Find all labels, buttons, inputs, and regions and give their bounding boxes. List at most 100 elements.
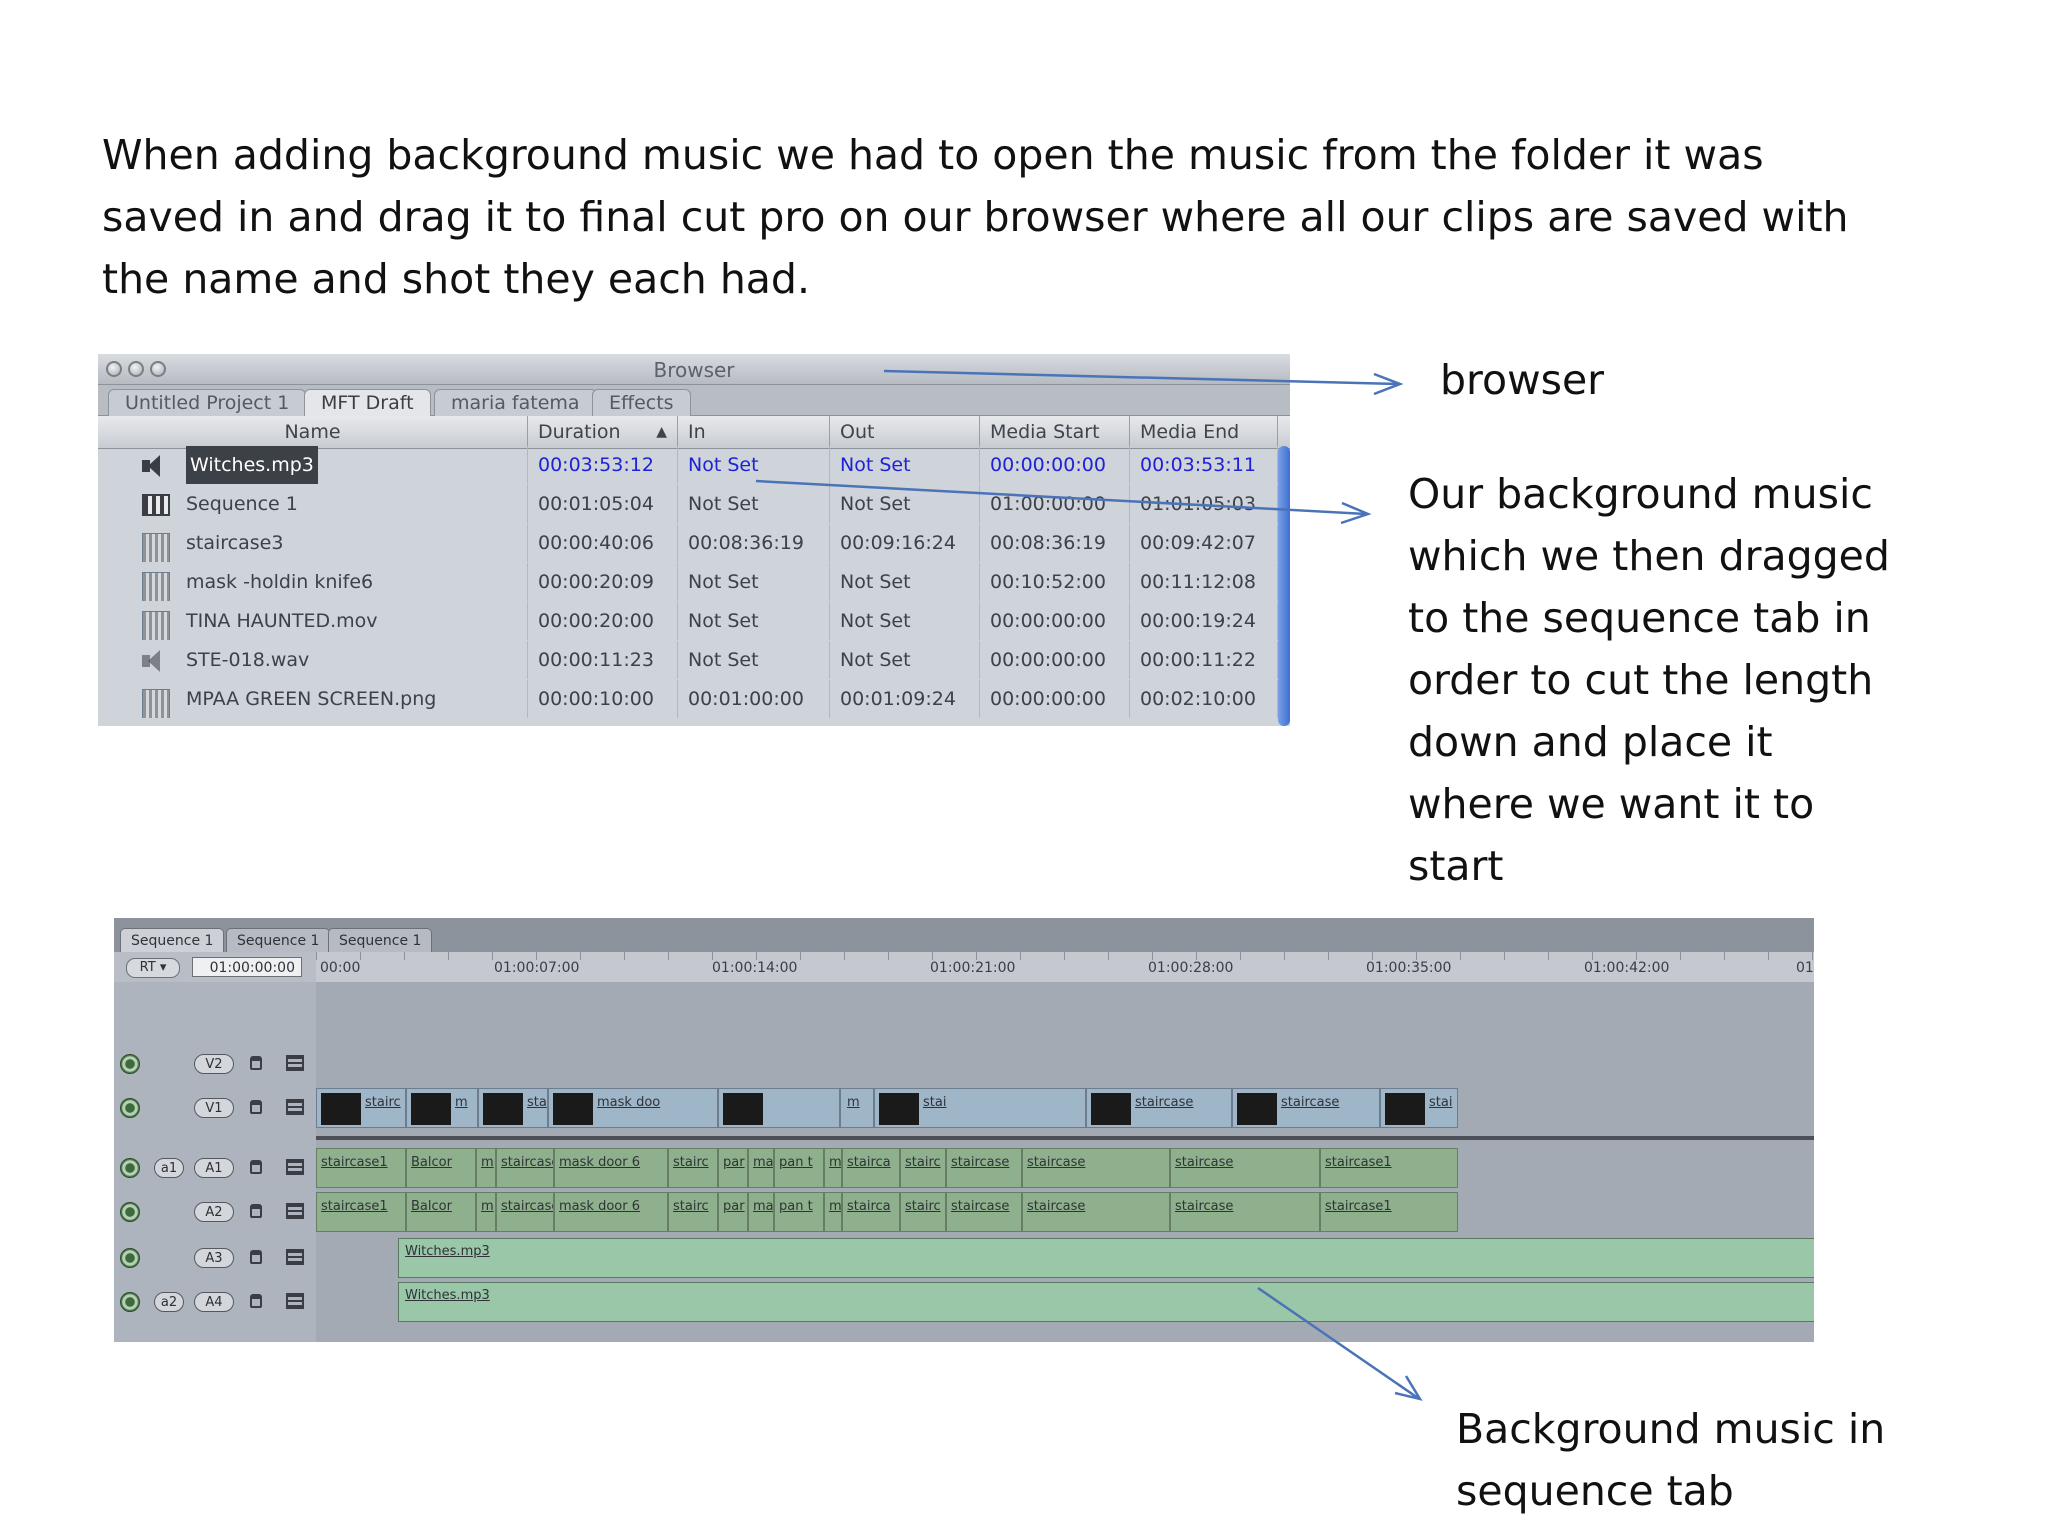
row-media-end-cell: 00:00:11:22	[1130, 641, 1278, 679]
audio-clip[interactable]: staircase	[1022, 1148, 1170, 1188]
audio-clip[interactable]: mas	[748, 1192, 774, 1232]
lock-icon[interactable]	[250, 1204, 262, 1218]
track-label[interactable]: A1	[194, 1158, 234, 1178]
audio-clip[interactable]: staircase	[496, 1148, 554, 1188]
lock-icon[interactable]	[250, 1100, 262, 1114]
audio-clip[interactable]: staircase	[1022, 1192, 1170, 1232]
audio-clip[interactable]: pan t	[774, 1192, 824, 1232]
audio-enable-icon[interactable]	[120, 1292, 140, 1312]
audio-clip[interactable]: stairc	[668, 1148, 718, 1188]
source-patch[interactable]: a2	[154, 1292, 184, 1312]
audio-clip[interactable]: m	[824, 1148, 842, 1188]
video-clip[interactable]: stai	[1380, 1088, 1458, 1128]
clip-thumbnail	[411, 1093, 451, 1125]
track-label[interactable]: A2	[194, 1202, 234, 1222]
tab-effects[interactable]: Effects	[592, 389, 691, 416]
lock-icon[interactable]	[250, 1294, 262, 1308]
music-clip[interactable]: Witches.mp3	[398, 1238, 1814, 1278]
tab-maria-fatema[interactable]: maria fatema	[434, 389, 597, 416]
tab-sequence-1[interactable]: Sequence 1	[328, 928, 433, 953]
video-clip[interactable]: stai	[874, 1088, 1086, 1128]
audio-clip[interactable]: staircase	[1170, 1148, 1320, 1188]
browser-row[interactable]: staircase3 00:00:40:06 00:08:36:19 00:09:16…	[98, 524, 1278, 562]
audio-clip[interactable]: stairca	[842, 1148, 900, 1188]
audio-enable-icon[interactable]	[120, 1248, 140, 1268]
video-clip[interactable]: staircase	[1086, 1088, 1232, 1128]
audio-clip[interactable]: staircase	[1170, 1192, 1320, 1232]
column-name[interactable]: Name	[98, 416, 528, 448]
auto-select-icon[interactable]	[286, 1055, 304, 1071]
column-media-end[interactable]: Media End	[1130, 416, 1278, 448]
audio-clip[interactable]: m	[824, 1192, 842, 1232]
track-label[interactable]: A3	[194, 1248, 234, 1268]
rt-menu-button[interactable]: RT ▾	[126, 958, 180, 978]
track-visibility-icon[interactable]	[120, 1098, 140, 1118]
browser-row[interactable]: TINA HAUNTED.mov 00:00:20:00 Not Set Not Se…	[98, 602, 1278, 640]
track-label[interactable]: V2	[194, 1054, 234, 1074]
audio-clip[interactable]: pan t	[774, 1148, 824, 1188]
timecode-field[interactable]: 01:00:00:00	[192, 957, 302, 977]
audio-clip[interactable]: staircase1	[316, 1192, 406, 1232]
browser-row[interactable]: Sequence 1 00:01:05:04 Not Set Not Set 01:00…	[98, 485, 1278, 523]
audio-clip[interactable]: par	[718, 1192, 748, 1232]
audio-enable-icon[interactable]	[120, 1202, 140, 1222]
audio-clip[interactable]: stairc	[668, 1192, 718, 1232]
audio-enable-icon[interactable]	[120, 1158, 140, 1178]
audio-clip[interactable]: staircase1	[1320, 1148, 1458, 1188]
auto-select-icon[interactable]	[286, 1159, 304, 1175]
video-clip[interactable]: m	[840, 1088, 874, 1128]
music-clip[interactable]: Witches.mp3	[398, 1282, 1814, 1322]
track-label[interactable]: A4	[194, 1292, 234, 1312]
browser-row[interactable]: MPAA GREEN SCREEN.png 00:00:10:00 00:01:00…	[98, 680, 1278, 718]
auto-select-icon[interactable]	[286, 1293, 304, 1309]
tab-untitled-project[interactable]: Untitled Project 1	[108, 389, 307, 416]
audio-clip[interactable]: staircase	[946, 1148, 1022, 1188]
audio-clip[interactable]: Balcor	[406, 1148, 476, 1188]
tab-mft-draft[interactable]: MFT Draft	[304, 389, 431, 416]
tab-sequence-1[interactable]: Sequence 1	[226, 928, 331, 953]
row-out-cell: Not Set	[830, 602, 980, 640]
audio-clip[interactable]: stairc	[900, 1148, 946, 1188]
track-header-a4: a2 A4	[114, 1282, 316, 1322]
tab-sequence-1[interactable]: Sequence 1	[120, 928, 225, 953]
video-clip[interactable]: mask doo	[548, 1088, 718, 1128]
auto-select-icon[interactable]	[286, 1249, 304, 1265]
video-clip[interactable]: m	[406, 1088, 478, 1128]
audio-clip[interactable]: mas	[748, 1148, 774, 1188]
audio-clip[interactable]: staircase	[946, 1192, 1022, 1232]
lock-icon[interactable]	[250, 1056, 262, 1070]
audio-clip[interactable]: m	[476, 1192, 496, 1232]
lock-icon[interactable]	[250, 1160, 262, 1174]
browser-row[interactable]: STE-018.wav 00:00:11:23 Not Set Not Set 00:0…	[98, 641, 1278, 679]
lock-icon[interactable]	[250, 1250, 262, 1264]
column-duration[interactable]: Duration ▲	[528, 416, 678, 448]
audio-clip[interactable]: staircase	[496, 1192, 554, 1232]
time-ruler[interactable]: 00:00 01:00:07:00 01:00:14:00 01:00:21:0…	[316, 952, 1814, 982]
video-clip[interactable]	[718, 1088, 840, 1128]
audio-clip[interactable]: mask door 6	[554, 1148, 668, 1188]
video-clip[interactable]: staircase	[1232, 1088, 1380, 1128]
video-clip[interactable]: sta	[478, 1088, 548, 1128]
audio-clip[interactable]: Balcor	[406, 1192, 476, 1232]
audio-clip[interactable]: staircase1	[1320, 1192, 1458, 1232]
auto-select-icon[interactable]	[286, 1203, 304, 1219]
audio-clip[interactable]: m	[476, 1148, 496, 1188]
column-media-start[interactable]: Media Start	[980, 416, 1130, 448]
browser-scrollbar[interactable]	[1278, 446, 1290, 726]
row-in-cell: Not Set	[678, 602, 830, 640]
audio-clip[interactable]: staircase1	[316, 1148, 406, 1188]
column-out[interactable]: Out	[830, 416, 980, 448]
video-clip[interactable]: stairc	[316, 1088, 406, 1128]
browser-row[interactable]: mask -holdin knife6 00:00:20:09 Not Set Not…	[98, 563, 1278, 601]
browser-row[interactable]: Witches.mp3 00:03:53:12 Not Set Not Set 00:0…	[98, 446, 1278, 484]
browser-titlebar[interactable]: Browser	[98, 354, 1290, 385]
audio-clip[interactable]: mask door 6	[554, 1192, 668, 1232]
audio-clip[interactable]: par	[718, 1148, 748, 1188]
track-label[interactable]: V1	[194, 1098, 234, 1118]
auto-select-icon[interactable]	[286, 1099, 304, 1115]
track-visibility-icon[interactable]	[120, 1054, 140, 1074]
audio-clip[interactable]: stairc	[900, 1192, 946, 1232]
audio-clip[interactable]: stairca	[842, 1192, 900, 1232]
column-in[interactable]: In	[678, 416, 830, 448]
source-patch[interactable]: a1	[154, 1158, 184, 1178]
